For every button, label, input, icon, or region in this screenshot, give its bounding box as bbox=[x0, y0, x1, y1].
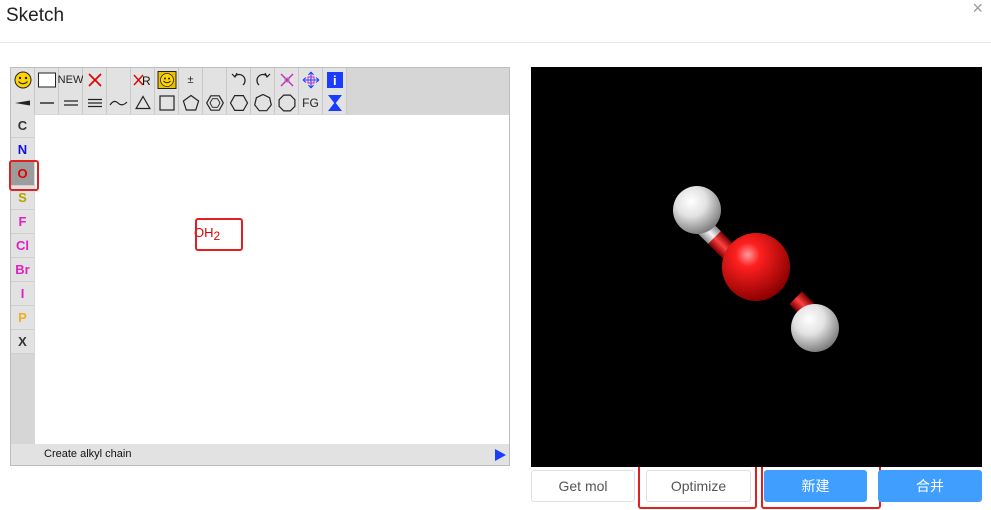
functional-group-button[interactable]: FG bbox=[299, 91, 323, 114]
smiley-icon[interactable] bbox=[11, 68, 35, 91]
atom-button-i[interactable]: I bbox=[11, 282, 34, 306]
triple-bond-icon[interactable] bbox=[83, 91, 107, 114]
benzene-ring-icon[interactable] bbox=[203, 91, 227, 114]
new-button-cn[interactable]: 新建 bbox=[764, 470, 867, 502]
atom-button-p[interactable]: P bbox=[11, 306, 34, 330]
new-button[interactable]: NEW bbox=[57, 68, 84, 91]
atom-button-br[interactable]: Br bbox=[11, 258, 34, 282]
svg-text:R: R bbox=[142, 74, 151, 88]
remove-r-group-icon[interactable]: R bbox=[131, 68, 155, 91]
header-divider bbox=[0, 42, 991, 43]
highlight-oxygen bbox=[9, 160, 39, 191]
rectangle-select-icon[interactable] bbox=[35, 68, 59, 91]
toolbar-row-1: NEW R ± i bbox=[11, 68, 347, 91]
charge-icon-label: ± bbox=[187, 73, 194, 86]
status-bar: Create alkyl chain bbox=[11, 444, 509, 465]
double-bond-icon[interactable] bbox=[59, 91, 83, 114]
delete-icon[interactable] bbox=[83, 68, 107, 91]
blank-slot bbox=[107, 68, 131, 91]
octagon-ring-icon[interactable] bbox=[275, 91, 299, 114]
functional-group-button-label: FG bbox=[302, 95, 319, 110]
dialog-title: Sketch bbox=[6, 5, 65, 26]
template-icon[interactable] bbox=[323, 91, 347, 114]
get-mol-button[interactable]: Get mol bbox=[531, 470, 635, 502]
play-icon[interactable] bbox=[495, 449, 506, 461]
atom-button-f[interactable]: F bbox=[11, 210, 34, 234]
toolbar-row-2: FG bbox=[11, 91, 347, 114]
merge-button[interactable]: 合并 bbox=[878, 470, 982, 502]
square-ring-icon[interactable] bbox=[155, 91, 179, 114]
water-molecule-model bbox=[673, 186, 839, 352]
undo-icon[interactable] bbox=[227, 68, 251, 91]
hexagon-ring-icon[interactable] bbox=[227, 91, 251, 114]
optimize-button[interactable]: Optimize bbox=[646, 470, 751, 502]
hydrogen-atom-upper bbox=[673, 186, 721, 234]
charge-icon[interactable]: ± bbox=[179, 68, 203, 91]
move-icon[interactable] bbox=[299, 68, 323, 91]
redo-icon[interactable] bbox=[251, 68, 275, 91]
3d-viewer[interactable] bbox=[531, 67, 982, 467]
close-icon[interactable]: × bbox=[972, 0, 983, 17]
chain-icon[interactable] bbox=[107, 91, 131, 114]
pentagon-ring-icon[interactable] bbox=[179, 91, 203, 114]
oxygen-atom bbox=[722, 233, 790, 301]
wedge-bond-icon[interactable] bbox=[11, 91, 35, 114]
hydrogen-atom-lower bbox=[791, 304, 839, 352]
atom-button-x[interactable]: X bbox=[11, 330, 34, 354]
heptagon-ring-icon[interactable] bbox=[251, 91, 275, 114]
blank-slot-2 bbox=[203, 68, 227, 91]
svg-text:i: i bbox=[333, 73, 337, 88]
sketch-editor[interactable]: NEW R ± i FG C N O S F Cl Br I P X Create alkyl chai… bbox=[10, 67, 510, 466]
drawing-canvas[interactable] bbox=[35, 115, 509, 444]
atom-button-c[interactable]: C bbox=[11, 114, 34, 138]
status-text: Create alkyl chain bbox=[44, 448, 132, 460]
atom-palette: C N O S F Cl Br I P X bbox=[11, 114, 34, 354]
atom-button-cl[interactable]: Cl bbox=[11, 234, 34, 258]
atom-button-n[interactable]: N bbox=[11, 138, 34, 162]
clear-icon[interactable] bbox=[275, 68, 299, 91]
smiley-selected-icon[interactable] bbox=[155, 68, 179, 91]
info-icon[interactable]: i bbox=[323, 68, 347, 91]
highlight-molecule bbox=[195, 218, 243, 251]
triangle-ring-icon[interactable] bbox=[131, 91, 155, 114]
single-bond-icon[interactable] bbox=[35, 91, 59, 114]
new-button-label: NEW bbox=[57, 73, 84, 86]
